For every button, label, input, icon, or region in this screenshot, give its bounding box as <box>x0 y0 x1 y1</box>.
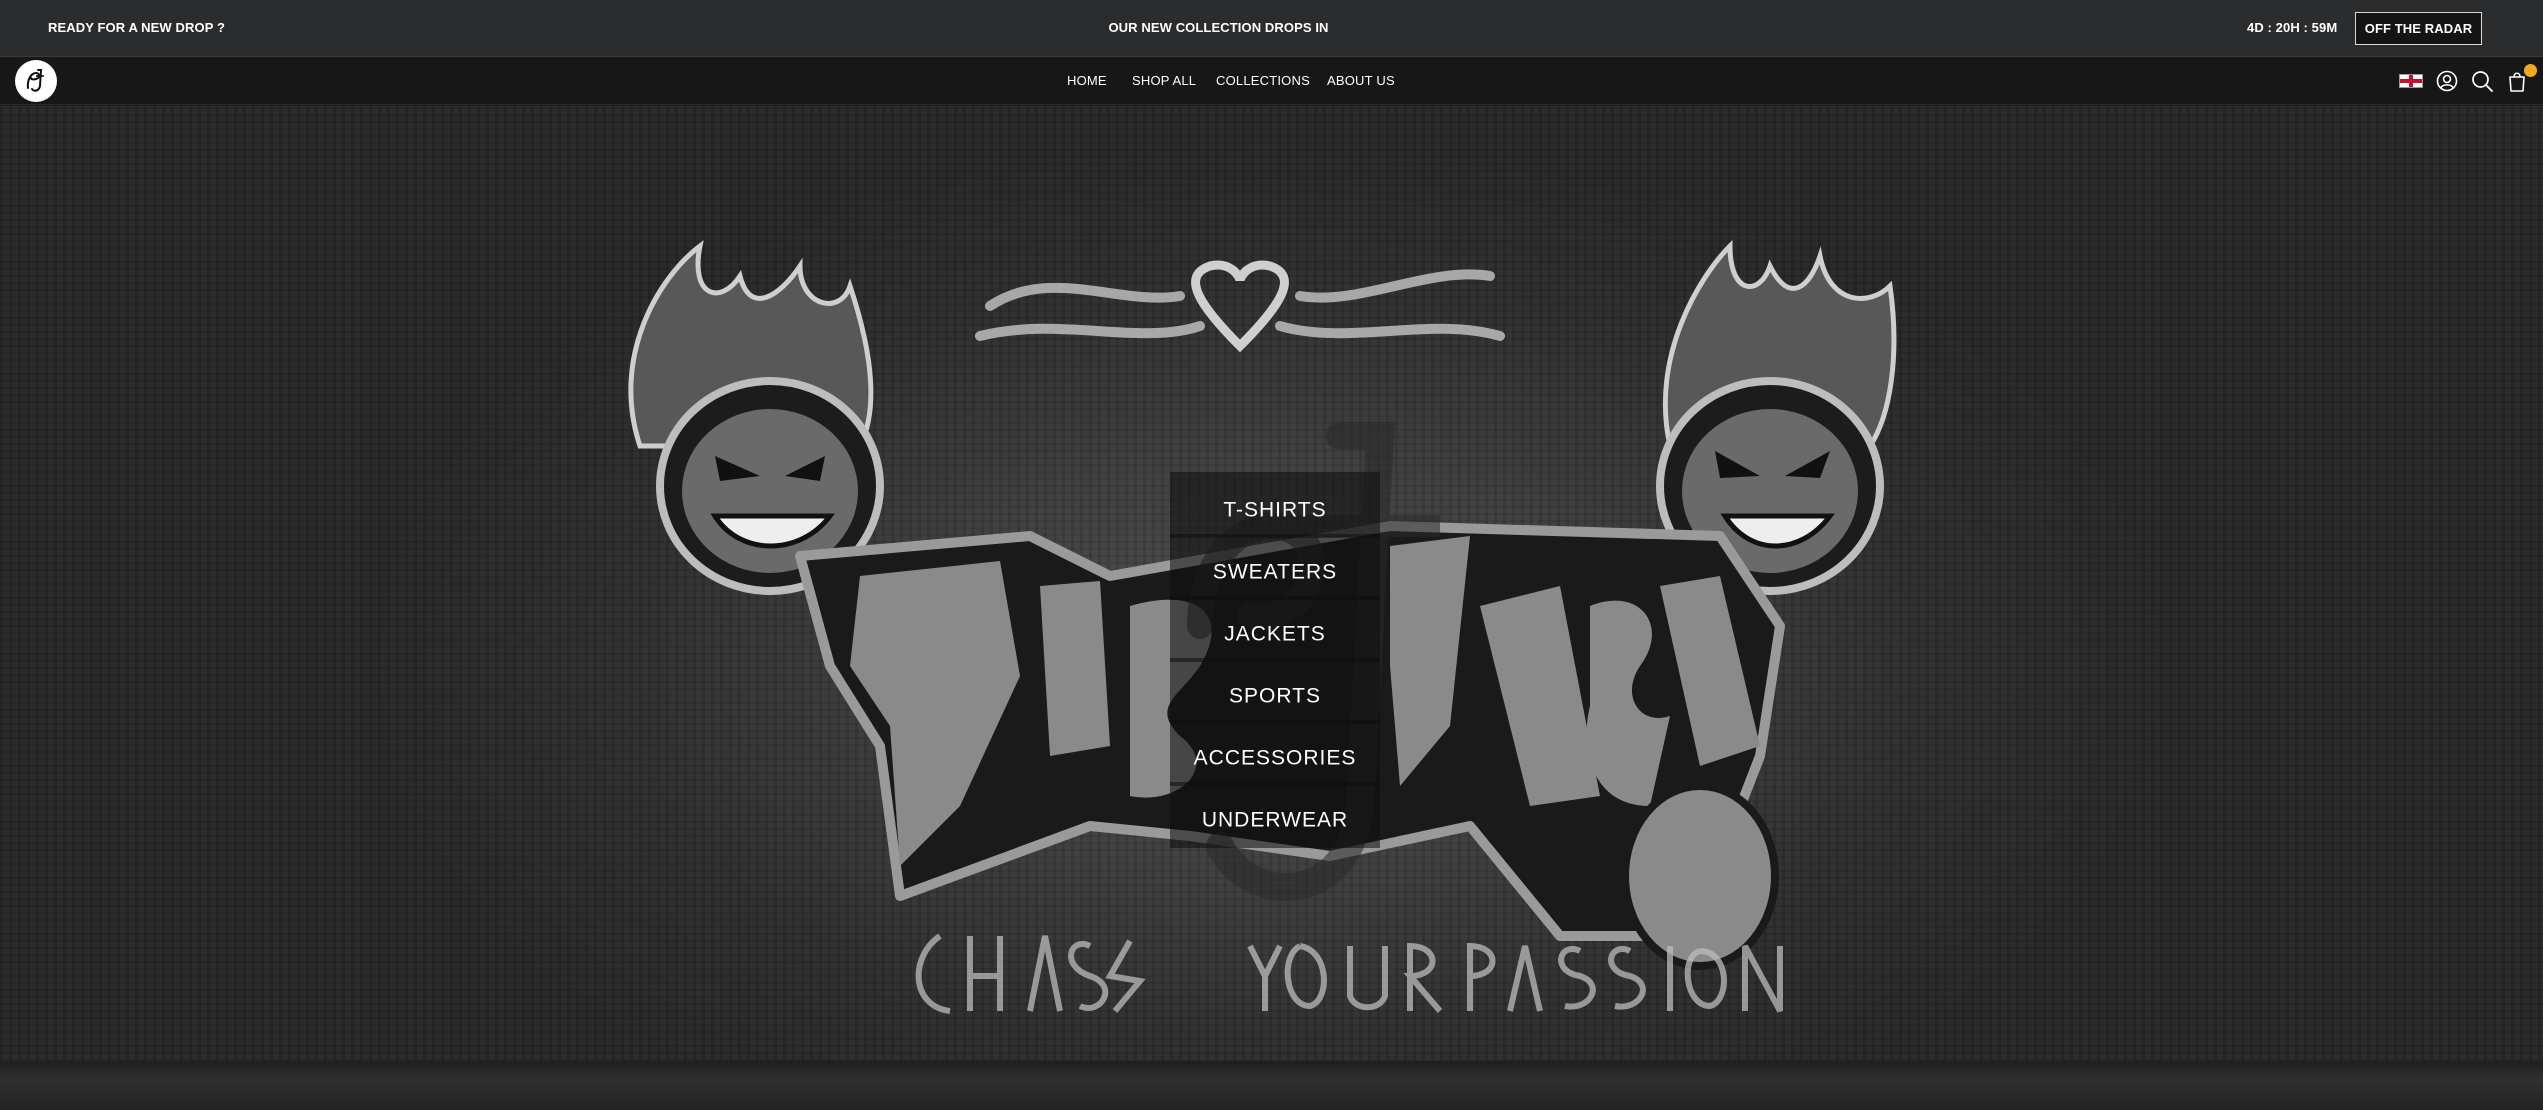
search-icon[interactable] <box>2469 68 2495 94</box>
announcement-center-text: OUR NEW COLLECTION DROPS IN <box>1108 20 1329 35</box>
category-accessories[interactable]: ACCESSORIES <box>1170 720 1380 786</box>
flag-icon[interactable] <box>2398 68 2424 94</box>
category-label: SWEATERS <box>1212 560 1338 584</box>
left-flame-face <box>628 240 884 595</box>
category-sweaters[interactable]: SWEATERS <box>1170 534 1380 600</box>
category-label: JACKETS <box>1224 622 1326 646</box>
category-sports[interactable]: SPORTS <box>1170 658 1380 724</box>
nav-collections[interactable]: COLLECTIONS <box>1216 73 1310 88</box>
category-label: T-SHIRTS <box>1223 498 1327 522</box>
category-label: UNDERWEAR <box>1201 808 1349 832</box>
ground-strip <box>0 1061 2543 1110</box>
announcement-bar: READY FOR A NEW DROP ? OUR NEW COLLECTIO… <box>0 0 2543 57</box>
category-label: ACCESSORIES <box>1193 746 1357 770</box>
cart-badge <box>2524 64 2537 77</box>
countdown-timer: 4D : 20H : 59M <box>2247 20 2338 35</box>
site-header: HOME SHOP ALL COLLECTIONS ABOUT US <box>0 57 2543 105</box>
category-menu: T-SHIRTS SWEATERS JACKETS SPORTS ACCESSO… <box>1170 472 1380 848</box>
category-jackets[interactable]: JACKETS <box>1170 596 1380 662</box>
off-the-radar-button[interactable]: OFF THE RADAR <box>2355 12 2482 45</box>
nav-shop-all[interactable]: SHOP ALL <box>1132 73 1196 88</box>
account-icon[interactable] <box>2434 68 2460 94</box>
category-label: SPORTS <box>1229 684 1321 708</box>
main-navigation: HOME SHOP ALL COLLECTIONS ABOUT US <box>0 73 2543 93</box>
category-t-shirts[interactable]: T-SHIRTS <box>1170 472 1380 538</box>
hero-banner: T-SHIRTS SWEATERS JACKETS SPORTS ACCESSO… <box>0 106 2543 1110</box>
nav-about-us[interactable]: ABOUT US <box>1327 73 1395 88</box>
nav-home[interactable]: HOME <box>1067 73 1107 88</box>
category-underwear[interactable]: UNDERWEAR <box>1170 782 1380 848</box>
winged-heart <box>975 260 1505 353</box>
